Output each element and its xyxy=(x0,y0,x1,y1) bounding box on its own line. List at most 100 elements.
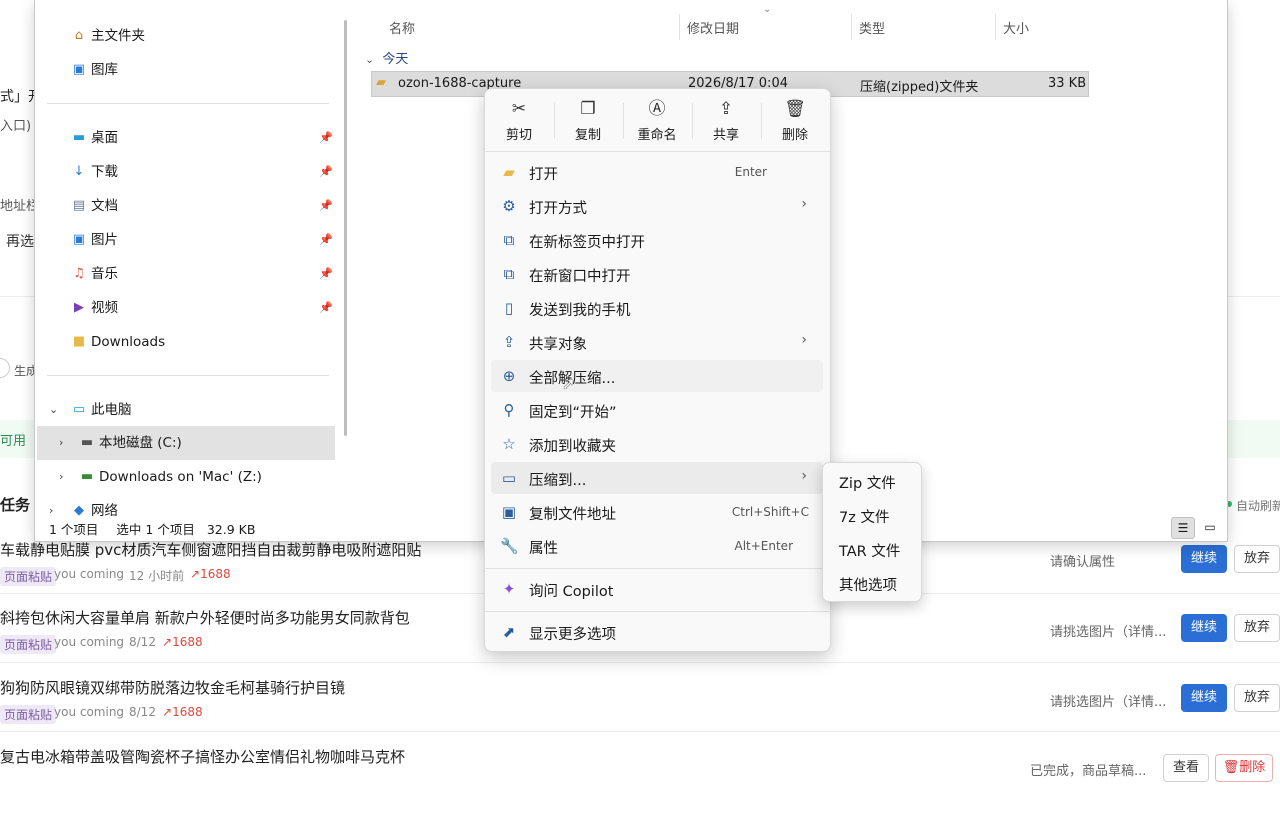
nav-label: 本地磁盘 (C:) xyxy=(99,435,182,451)
pin-icon[interactable]: 📌 xyxy=(319,191,333,221)
pin-icon[interactable]: 📌 xyxy=(319,123,333,153)
menu-item-add-favorites[interactable]: ☆ 添加到收藏夹 xyxy=(491,428,823,460)
nav-item-network[interactable]: › ◆ 网络 xyxy=(35,496,335,516)
menu-item-pin-to-start[interactable]: ⚲ 固定到“开始” xyxy=(491,394,823,426)
column-divider[interactable] xyxy=(995,14,996,40)
drive-icon: ▬ xyxy=(80,435,94,450)
menu-item-show-more[interactable]: ⬈ 显示更多选项 xyxy=(491,616,823,648)
menu-item-open[interactable]: ▰ 打开 Enter xyxy=(491,156,823,188)
nav-label: 视频 xyxy=(91,300,118,316)
bg-fragment[interactable]: 再选 xyxy=(6,231,34,251)
view-button[interactable]: 查看 xyxy=(1163,754,1209,782)
nav-item-local-disk[interactable]: › ▬ 本地磁盘 (C:) xyxy=(35,428,335,458)
column-divider[interactable] xyxy=(679,14,680,40)
abandon-button[interactable]: 放弃 xyxy=(1234,684,1280,712)
pin-icon: ⚲ xyxy=(503,401,515,419)
wrench-icon: 🔧 xyxy=(500,537,519,555)
pin-icon[interactable]: 📌 xyxy=(319,157,333,187)
delete-button[interactable]: 🗑 删除 xyxy=(764,97,826,145)
column-header-type[interactable]: 类型 xyxy=(859,18,885,37)
copy-path-icon: ▣ xyxy=(501,503,517,521)
continue-button[interactable]: 继续 xyxy=(1181,684,1227,712)
pin-icon[interactable]: 📌 xyxy=(319,259,333,289)
task-title[interactable]: 狗狗防风眼镜双绑带防脱落边牧金毛柯基骑行护目镜 xyxy=(0,677,345,698)
abandon-button[interactable]: 放弃 xyxy=(1234,614,1280,642)
menu-item-open-with[interactable]: ⚙ 打开方式 › xyxy=(491,190,823,222)
task-user: you coming xyxy=(54,635,125,649)
task-row: 狗狗防风眼镜双绑带防脱落边牧金毛柯基骑行护目镜 页面粘贴 you coming … xyxy=(0,677,1280,747)
submenu-item-zip[interactable]: Zip 文件 xyxy=(839,472,896,493)
pin-icon[interactable]: 📌 xyxy=(319,293,333,323)
menu-item-open-new-tab[interactable]: ⧉ 在新标签页中打开 xyxy=(491,224,823,256)
task-source-link[interactable]: ↗1688 xyxy=(162,705,203,719)
abandon-button[interactable]: 放弃 xyxy=(1234,545,1280,573)
details-view-button[interactable]: ☰ xyxy=(1171,517,1195,539)
chevron-right-icon[interactable]: › xyxy=(59,428,63,458)
nav-item-this-pc[interactable]: ⌄ ▭ 此电脑 xyxy=(35,395,335,425)
nav-home[interactable]: ⌂ 主文件夹 xyxy=(35,21,335,51)
chevron-down-icon[interactable]: ⌄ xyxy=(49,395,58,425)
share-button[interactable]: ⇪ 共享 xyxy=(695,97,757,145)
submenu-item-other[interactable]: 其他选项 xyxy=(839,574,897,595)
task-title[interactable]: 斜挎包休闲大容量单肩 新款户外轻便时尚多功能男女同款背包 xyxy=(0,607,410,628)
chevron-right-icon[interactable]: › xyxy=(59,462,63,492)
home-icon: ⌂ xyxy=(74,28,84,43)
column-header-modified[interactable]: 修改日期 xyxy=(687,18,739,37)
copy-button[interactable]: ❐ 复制 xyxy=(557,97,619,145)
menu-item-label: 询问 Copilot xyxy=(529,584,614,600)
task-tag: 页面粘贴 xyxy=(0,635,57,654)
menu-item-compress-to[interactable]: ▭ 压缩到... › xyxy=(491,462,823,494)
nav-item-downloads[interactable]: ↓ 下载 📌 xyxy=(35,157,335,187)
submenu-item-7z[interactable]: 7z 文件 xyxy=(839,506,889,527)
nav-gallery[interactable]: ▣ 图库 xyxy=(35,55,335,85)
menu-item-open-new-window[interactable]: ⧉ 在新窗口中打开 xyxy=(491,258,823,290)
task-source-link[interactable]: ↗1688 xyxy=(162,635,203,649)
nav-item-videos[interactable]: ▶ 视频 📌 xyxy=(35,293,335,323)
nav-item-mac-drive[interactable]: › ▬ Downloads on 'Mac' (Z:) xyxy=(35,462,335,492)
nav-label: 网络 xyxy=(91,503,118,516)
archive-icon: ▭ xyxy=(501,469,517,487)
menu-item-shortcut: Ctrl+Shift+C xyxy=(731,505,809,519)
task-title[interactable]: 复古电冰箱带盖吸管陶瓷杯子搞怪办公室情侣礼物咖啡马克杯 xyxy=(0,746,405,767)
pin-icon[interactable]: 📌 xyxy=(319,225,333,255)
column-header-size[interactable]: 大小 xyxy=(1003,18,1029,37)
radio-icon[interactable] xyxy=(0,358,10,378)
menu-item-properties[interactable]: 🔧 属性 Alt+Enter xyxy=(491,530,823,562)
menu-item-send-to-phone[interactable]: ▯ 发送到我的手机 xyxy=(491,292,823,324)
menu-divider xyxy=(485,568,830,569)
task-source-link[interactable]: ↗1688 xyxy=(190,567,231,581)
task-title[interactable]: 车载静电贴膜 pvc材质汽车侧窗遮阳挡自由裁剪静电吸附遮阳贴 xyxy=(0,539,421,560)
rename-button[interactable]: Ⓐ 重命名 xyxy=(626,97,688,145)
continue-button[interactable]: 继续 xyxy=(1181,614,1227,642)
menu-item-label: 打开方式 xyxy=(529,201,587,217)
auto-refresh-label[interactable]: 自动刷新 xyxy=(1236,497,1280,514)
menu-item-ask-copilot[interactable]: ✦ 询问 Copilot xyxy=(491,573,823,605)
menu-item-extract-all[interactable]: ⊕ 全部解压缩... xyxy=(491,360,823,392)
nav-scrollbar[interactable] xyxy=(344,20,347,436)
nav-item-downloads-folder[interactable]: ■ Downloads xyxy=(35,327,335,357)
nav-item-pictures[interactable]: ▣ 图片 📌 xyxy=(35,225,335,255)
quick-action-label: 复制 xyxy=(574,128,601,143)
quick-action-divider xyxy=(761,103,762,139)
new-tab-icon: ⧉ xyxy=(503,231,515,249)
delete-button[interactable]: 🗑删除 xyxy=(1215,754,1273,782)
nav-item-documents[interactable]: ▤ 文档 📌 xyxy=(35,191,335,221)
chevron-down-icon: ⌄ xyxy=(365,53,375,66)
tiles-view-button[interactable]: ▭ xyxy=(1199,517,1221,537)
continue-button[interactable]: 继续 xyxy=(1181,545,1227,573)
group-label: 今天 xyxy=(382,52,409,67)
chevron-right-icon[interactable]: › xyxy=(49,496,53,516)
nav-item-music[interactable]: ♫ 音乐 📌 xyxy=(35,259,335,289)
cut-button[interactable]: ✂ 剪切 xyxy=(488,97,550,145)
pictures-icon: ▣ xyxy=(72,232,86,247)
nav-label: 音乐 xyxy=(91,266,118,282)
menu-item-share-with[interactable]: ⇪ 共享对象 › xyxy=(491,326,823,358)
column-header-name[interactable]: 名称 xyxy=(389,18,415,37)
submenu-item-tar[interactable]: TAR 文件 xyxy=(839,540,900,561)
task-tag: 页面粘贴 xyxy=(0,705,57,724)
group-header-today[interactable]: ⌄ 今天 xyxy=(365,48,408,67)
task-time: 12 小时前 xyxy=(129,569,185,583)
column-divider[interactable] xyxy=(851,14,852,40)
menu-item-copy-path[interactable]: ▣ 复制文件地址 Ctrl+Shift+C xyxy=(491,496,823,528)
nav-item-desktop[interactable]: ▬ 桌面 📌 xyxy=(35,123,335,153)
